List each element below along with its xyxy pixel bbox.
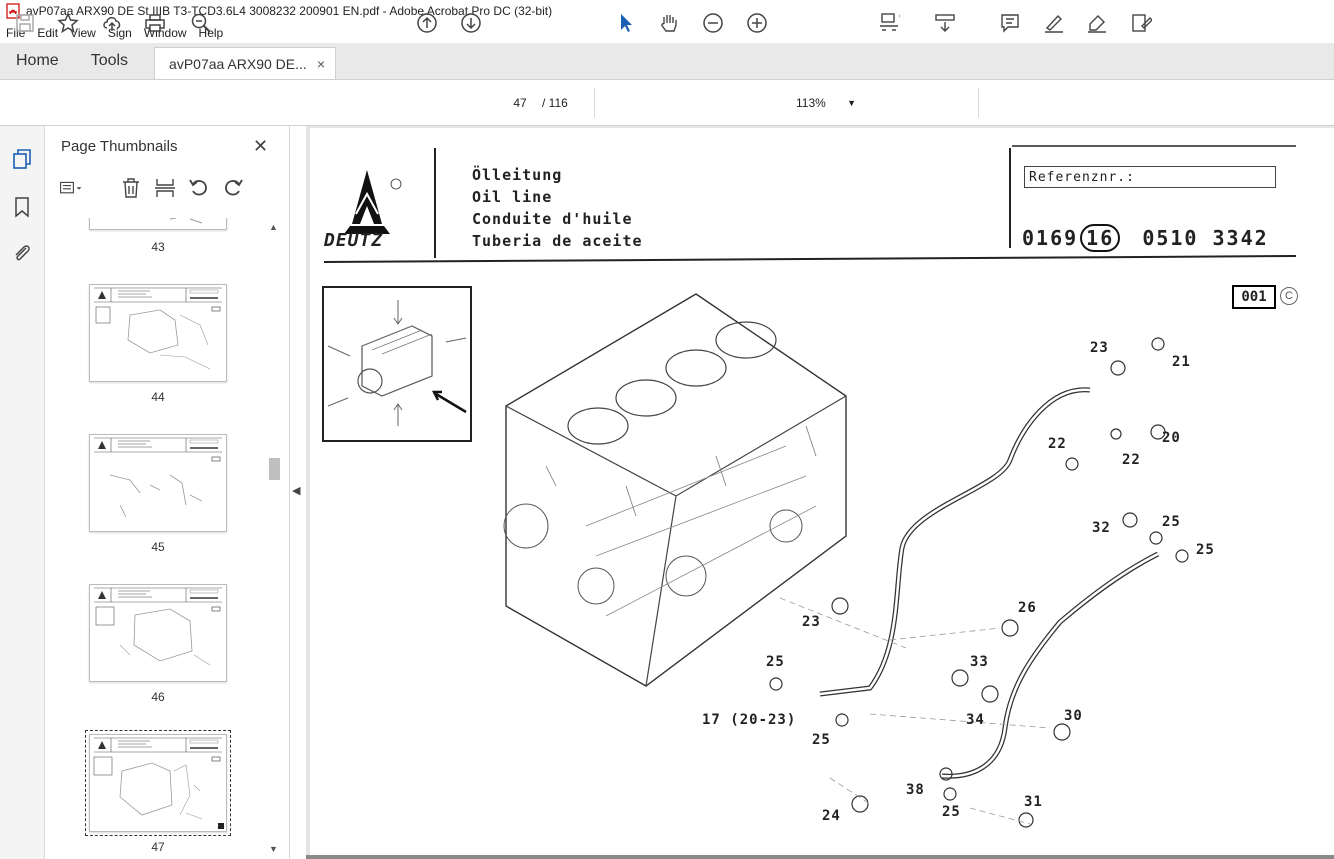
thumbnail-list: 43 44 45 46 47 bbox=[45, 218, 275, 859]
callout-label: 25 bbox=[942, 804, 961, 820]
scrollbar-thumb[interactable] bbox=[269, 458, 280, 480]
callout-label: 21 bbox=[1172, 354, 1191, 370]
main-toolbar bbox=[0, 80, 1334, 126]
thumbnail-page-number: 47 bbox=[151, 840, 165, 854]
highlight-pen-icon[interactable] bbox=[1041, 10, 1067, 36]
panel-title: Page Thumbnails bbox=[61, 138, 178, 155]
page-thumbnails-icon[interactable] bbox=[11, 148, 33, 170]
zoom-value: 113% bbox=[796, 96, 826, 110]
page-thumbnail[interactable] bbox=[89, 434, 227, 532]
callout-label: 26 bbox=[1018, 600, 1037, 616]
document-viewer[interactable]: DEUTZ Ölleitung Oil line Conduite d'huil… bbox=[306, 126, 1334, 859]
callout-label: 33 bbox=[970, 654, 989, 670]
tab-bar: Home Tools avP07aa ARX90 DE... × bbox=[0, 43, 1334, 80]
attachment-icon[interactable] bbox=[11, 242, 33, 264]
page-thumbnail[interactable] bbox=[89, 284, 227, 382]
hand-tool-icon[interactable] bbox=[656, 10, 682, 36]
thumbnails-panel: Page Thumbnails ✕ 43 44 45 46 47 ▲ ▼ bbox=[45, 126, 290, 859]
bookmark-icon[interactable] bbox=[11, 196, 33, 218]
select-cursor-icon[interactable] bbox=[613, 10, 639, 36]
callout-label: 25 bbox=[766, 654, 785, 670]
callout-label: 38 bbox=[906, 782, 925, 798]
thumbnail-page-number: 44 bbox=[151, 390, 165, 404]
next-page-icon[interactable] bbox=[458, 10, 484, 36]
zoom-select[interactable]: 113% ▼ bbox=[786, 93, 856, 113]
left-rail bbox=[0, 126, 45, 859]
oil-line-drawing bbox=[769, 337, 1189, 828]
upload-cloud-icon[interactable] bbox=[99, 10, 125, 36]
page-thumbnail-selected[interactable] bbox=[85, 730, 231, 836]
scroll-down-icon[interactable]: ▼ bbox=[269, 844, 278, 854]
callout-label: 25 bbox=[1162, 514, 1181, 530]
toolbar-divider bbox=[978, 88, 979, 118]
tab-tools[interactable]: Tools bbox=[75, 43, 144, 79]
page-count: / 116 bbox=[542, 96, 568, 110]
document-page: DEUTZ Ölleitung Oil line Conduite d'huil… bbox=[310, 128, 1334, 859]
comment-icon[interactable] bbox=[997, 10, 1023, 36]
insert-page-icon[interactable] bbox=[153, 176, 177, 200]
callout-label: 22 bbox=[1048, 436, 1067, 452]
page-number-input[interactable]: 47 bbox=[502, 90, 538, 116]
sign-icon[interactable] bbox=[1084, 10, 1110, 36]
tab-document[interactable]: avP07aa ARX90 DE... × bbox=[154, 47, 336, 79]
prev-page-icon[interactable] bbox=[414, 10, 440, 36]
tab-document-label: avP07aa ARX90 DE... bbox=[169, 55, 307, 72]
callout-label: 23 bbox=[1090, 340, 1109, 356]
thumbnail-scrollbar[interactable]: ▲ ▼ bbox=[267, 222, 282, 857]
bookmark-star-icon[interactable] bbox=[55, 10, 81, 36]
page-thumbnail[interactable] bbox=[89, 584, 227, 682]
panel-toolbar bbox=[59, 176, 279, 202]
page-fit-icon[interactable] bbox=[876, 10, 902, 36]
delete-trash-icon[interactable] bbox=[119, 176, 143, 200]
print-icon[interactable] bbox=[142, 10, 168, 36]
rotate-left-icon[interactable] bbox=[187, 176, 211, 200]
callout-label: 25 bbox=[812, 732, 831, 748]
toolbar-divider bbox=[594, 88, 595, 118]
callout-label: 30 bbox=[1064, 708, 1083, 724]
close-icon[interactable]: ✕ bbox=[253, 136, 268, 157]
scroll-mode-icon[interactable] bbox=[932, 10, 958, 36]
zoom-search-icon[interactable] bbox=[188, 10, 214, 36]
callout-label: 20 bbox=[1162, 430, 1181, 446]
callout-label: 24 bbox=[822, 808, 841, 824]
fill-sign-icon[interactable] bbox=[1128, 10, 1154, 36]
callout-label: 31 bbox=[1024, 794, 1043, 810]
save-icon[interactable] bbox=[12, 10, 38, 36]
page-thumbnail[interactable] bbox=[89, 218, 227, 230]
tab-home[interactable]: Home bbox=[0, 43, 75, 79]
zoom-out-icon[interactable] bbox=[700, 10, 726, 36]
callout-label: 34 bbox=[966, 712, 985, 728]
scroll-up-icon[interactable]: ▲ bbox=[269, 222, 278, 232]
callout-label: 32 bbox=[1092, 520, 1111, 536]
chevron-down-icon: ▼ bbox=[847, 98, 856, 108]
callout-label: 23 bbox=[802, 614, 821, 630]
thumbnail-page-number: 46 bbox=[151, 690, 165, 704]
rotate-right-icon[interactable] bbox=[221, 176, 245, 200]
thumbnail-page-number: 43 bbox=[151, 240, 165, 254]
thumbnail-page-number: 45 bbox=[151, 540, 165, 554]
callout-label: 25 bbox=[1196, 542, 1215, 558]
callout-label: 22 bbox=[1122, 452, 1141, 468]
callout-label: 17 (20-23) bbox=[702, 712, 797, 728]
viewer-bottom-edge bbox=[306, 855, 1334, 859]
options-menu-icon[interactable] bbox=[59, 176, 83, 200]
zoom-in-icon[interactable] bbox=[744, 10, 770, 36]
collapse-panel-icon[interactable]: ◀ bbox=[292, 484, 306, 504]
tab-close-icon[interactable]: × bbox=[317, 56, 325, 72]
